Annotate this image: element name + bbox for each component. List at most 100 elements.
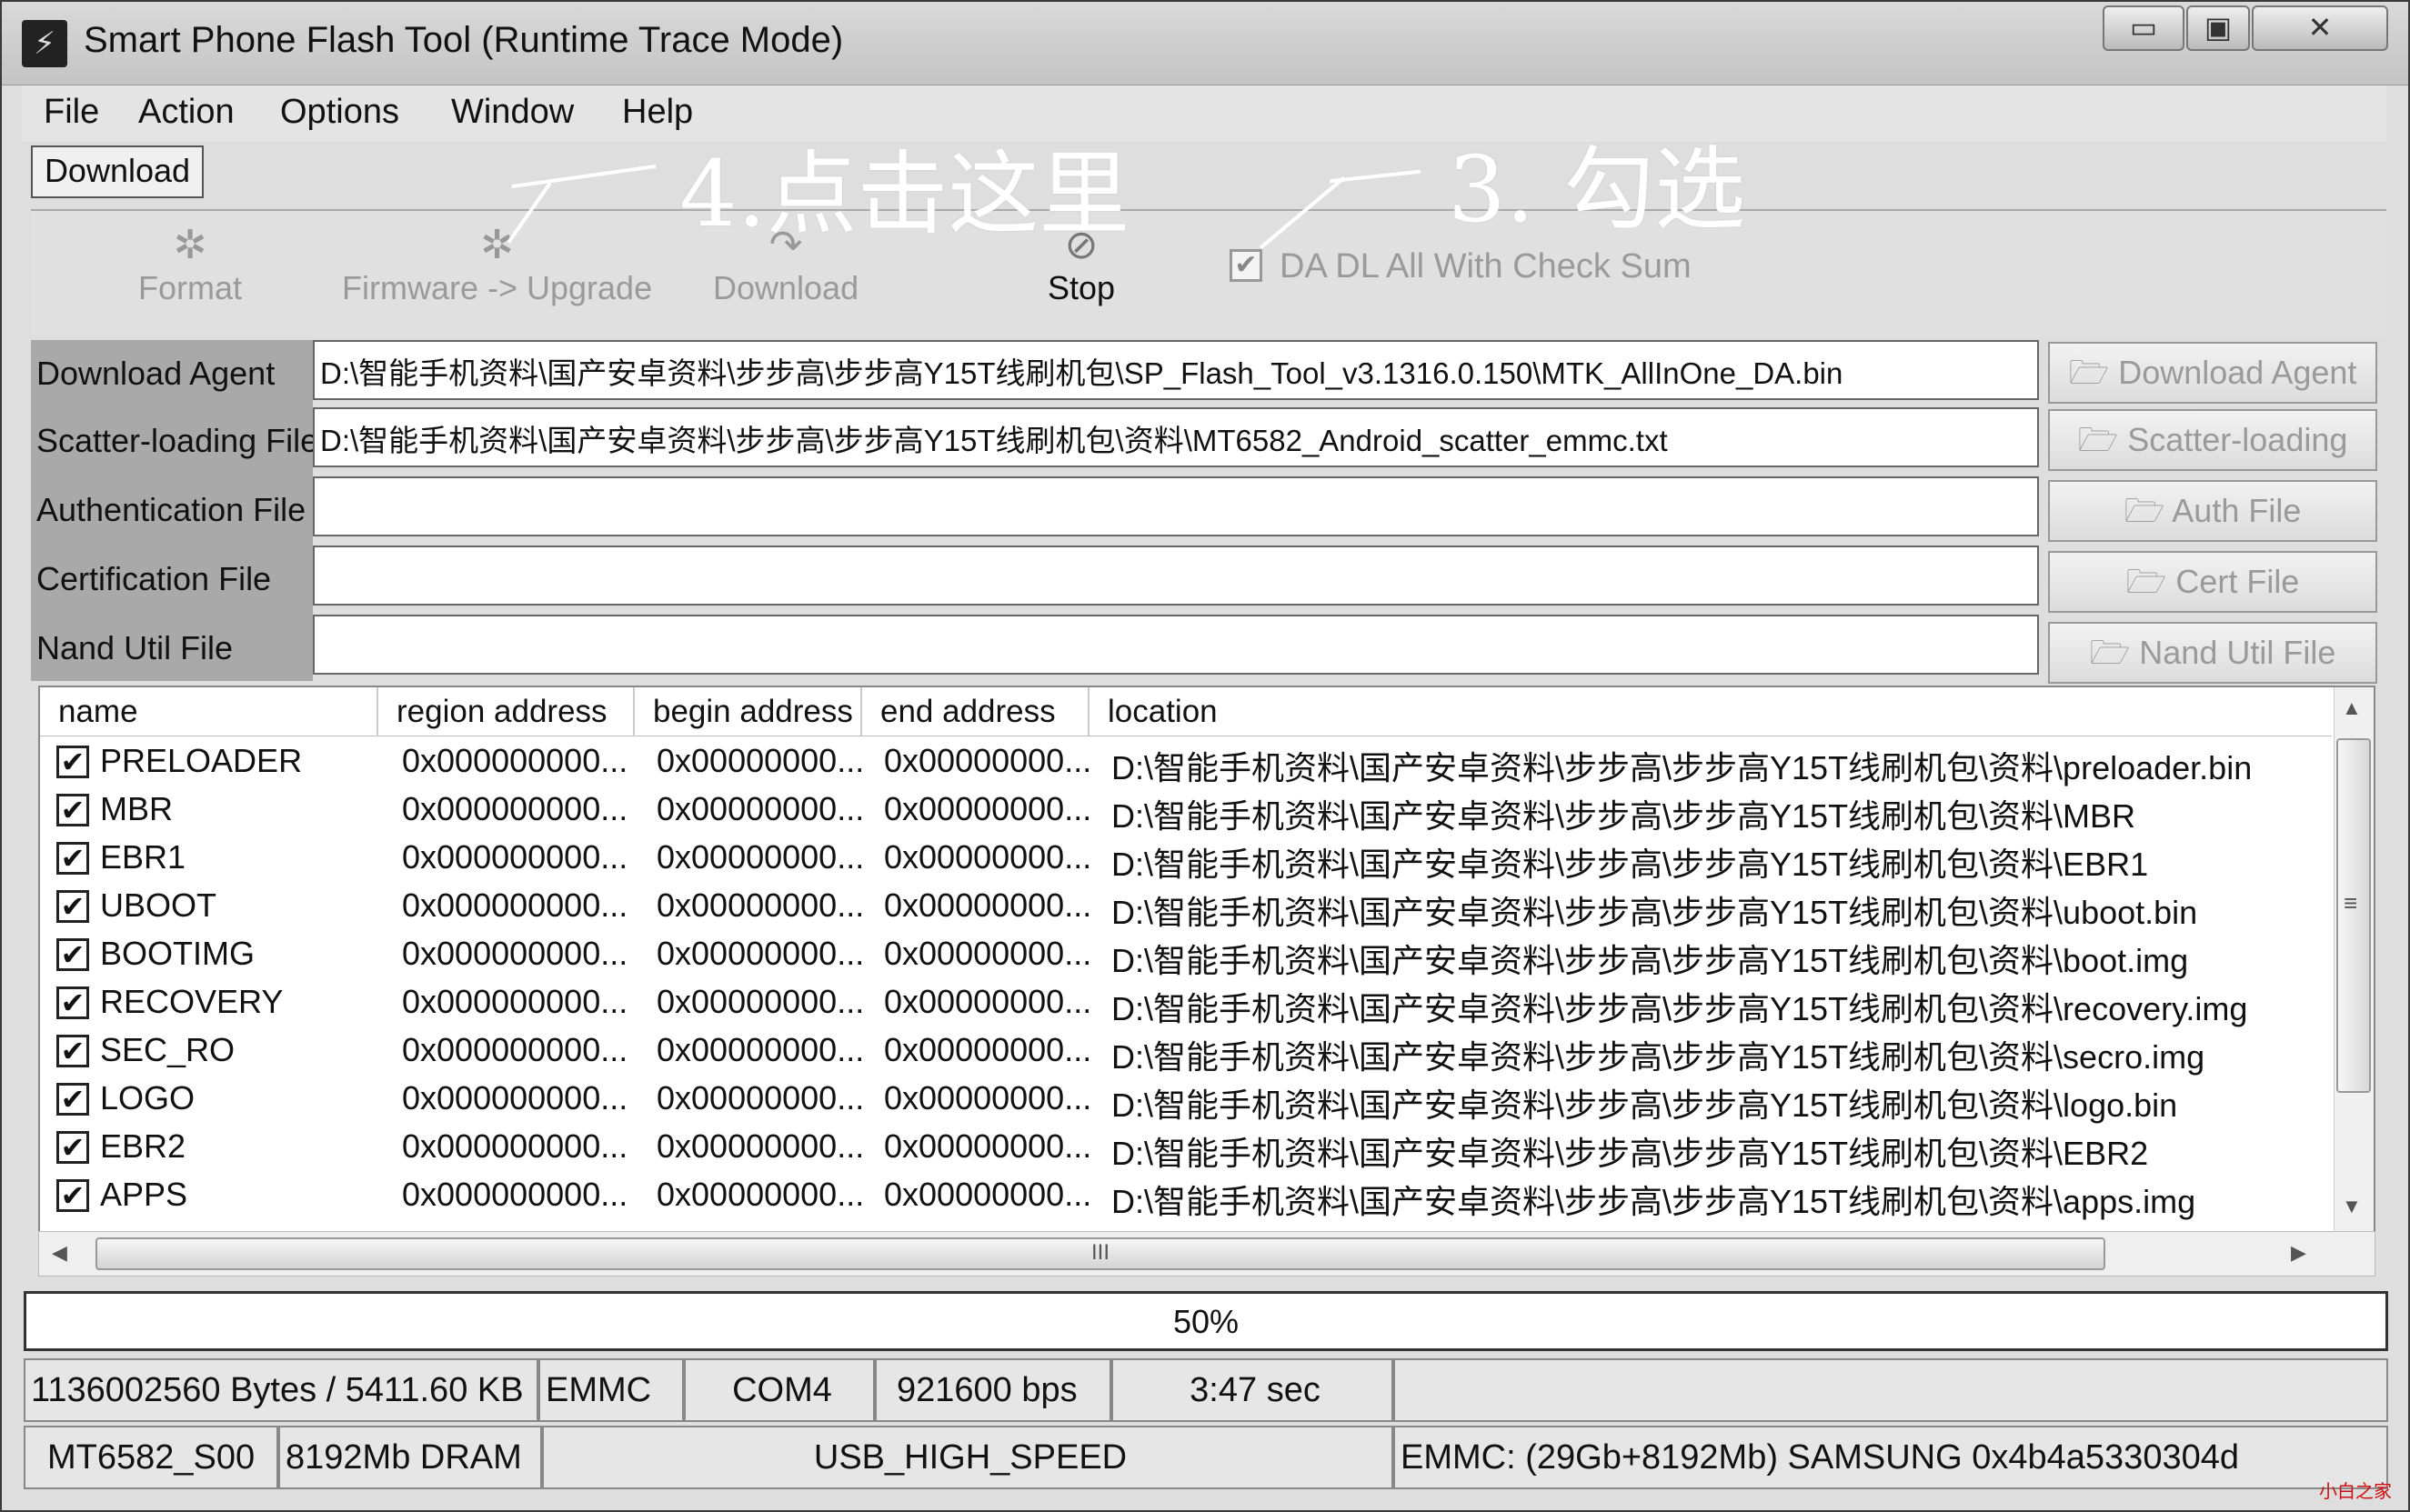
- table-row[interactable]: ✔ UBOOT 0x000000000... 0x00000000... 0x00000…: [40, 883, 2332, 931]
- cell-name: APPS: [100, 1176, 188, 1213]
- scroll-up-icon[interactable]: ▲: [2342, 696, 2362, 720]
- da-checksum-checkbox[interactable]: ✔: [1230, 249, 1262, 282]
- cell-name: LOGO: [100, 1079, 196, 1116]
- cell-begin-address: 0x00000000...: [657, 983, 865, 1020]
- scatter-loading-field[interactable]: D:\智能手机资料\国产安卓资料\步步高\步步高Y15T线刷机包\资料\MT65…: [313, 407, 2039, 467]
- cell-begin-address: 0x00000000...: [657, 1127, 865, 1165]
- status-baud: 921600 bps: [875, 1358, 1111, 1422]
- maximize-button[interactable]: ▣: [2186, 5, 2250, 51]
- table-row[interactable]: ✔ BOOTIMG 0x000000000... 0x00000000... 0x000…: [40, 931, 2332, 979]
- cell-region-address: 0x000000000...: [402, 983, 628, 1020]
- row-checkbox[interactable]: ✔: [56, 842, 89, 875]
- cell-region-address: 0x000000000...: [402, 1079, 628, 1116]
- table-row[interactable]: ✔ APPS 0x000000000... 0x00000000... 0x000000…: [40, 1172, 2332, 1220]
- auth-file-button[interactable]: 🗁 Auth File: [2048, 480, 2377, 542]
- cell-name: MBR: [100, 790, 173, 827]
- menu-bar: File Action Options Window Help: [22, 85, 2386, 142]
- download-agent-button-label: Download Agent: [2118, 354, 2357, 391]
- nand-util-file-button[interactable]: 🗁 Nand Util File: [2048, 622, 2377, 684]
- row-checkbox[interactable]: ✔: [56, 938, 89, 971]
- status-usb: USB_HIGH_SPEED: [542, 1426, 1393, 1489]
- row-checkbox[interactable]: ✔: [56, 890, 89, 923]
- row-checkbox[interactable]: ✔: [56, 1083, 89, 1116]
- row-checkbox[interactable]: ✔: [56, 986, 89, 1019]
- row-checkbox[interactable]: ✔: [56, 1179, 89, 1212]
- row-checkbox[interactable]: ✔: [56, 1131, 89, 1164]
- folder-icon: 🗁: [2089, 634, 2140, 671]
- cell-location: D:\智能手机资料\国产安卓资料\步步高\步步高Y15T线刷机包\资料\prel…: [1111, 749, 2253, 786]
- cell-end-address: 0x00000000...: [884, 790, 1092, 827]
- table-header: name region address begin address end ad…: [40, 687, 2332, 736]
- horizontal-scroll-thumb[interactable]: III: [95, 1237, 2105, 1270]
- firmware-upgrade-label: Firmware -> Upgrade: [342, 269, 653, 306]
- scatter-loading-button[interactable]: 🗁 Scatter-loading: [2048, 409, 2377, 471]
- download-agent-button[interactable]: 🗁 Download Agent: [2048, 342, 2377, 404]
- table-row[interactable]: ✔ SEC_RO 0x000000000... 0x00000000... 0x0000…: [40, 1027, 2332, 1076]
- status-chip: MT6582_S00: [24, 1426, 278, 1489]
- nand-util-file-field[interactable]: [313, 615, 2039, 675]
- upgrade-icon: ✲: [480, 223, 514, 267]
- cell-begin-address: 0x00000000...: [657, 742, 865, 779]
- menu-window[interactable]: Window: [451, 93, 574, 132]
- status-emmc: EMMC: (29Gb+8192Mb) SAMSUNG 0x4b4a533030…: [1393, 1426, 2388, 1489]
- authentication-file-label: Authentication File: [36, 491, 306, 528]
- download-label: Download: [713, 269, 859, 306]
- header-name[interactable]: name: [40, 687, 378, 736]
- menu-options[interactable]: Options: [280, 93, 399, 132]
- download-agent-field[interactable]: D:\智能手机资料\国产安卓资料\步步高\步步高Y15T线刷机包\SP_Flas…: [313, 340, 2039, 400]
- cell-location: D:\智能手机资料\国产安卓资料\步步高\步步高Y15T线刷机包\资料\EBR2: [1111, 1135, 2149, 1172]
- format-label: Format: [138, 269, 243, 306]
- scatter-loading-label: Scatter-loading File: [36, 422, 319, 459]
- cell-region-address: 0x000000000...: [402, 1127, 628, 1165]
- da-checksum-label: DA DL All With Check Sum: [1280, 247, 1692, 285]
- row-checkbox[interactable]: ✔: [56, 794, 89, 826]
- header-end-address[interactable]: end address: [862, 687, 1090, 736]
- horizontal-scrollbar[interactable]: ◀ III ▶: [38, 1231, 2375, 1277]
- cert-file-button-label: Cert File: [2175, 563, 2300, 600]
- close-button[interactable]: ✕: [2252, 5, 2388, 51]
- cell-name: BOOTIMG: [100, 935, 255, 972]
- header-begin-address[interactable]: begin address: [635, 687, 862, 736]
- format-button[interactable]: ✲ Format: [138, 222, 242, 307]
- status-time: 3:47 sec: [1111, 1358, 1393, 1422]
- status-bytes: 1136002560 Bytes / 5411.60 KB: [24, 1358, 538, 1422]
- annotation-step3: 3. 勾选: [1448, 136, 1746, 243]
- close-icon: ✕: [2307, 11, 2333, 44]
- row-checkbox[interactable]: ✔: [56, 1035, 89, 1067]
- minimize-button[interactable]: ▭: [2103, 5, 2184, 51]
- table-row[interactable]: ✔ EBR1 0x000000000... 0x00000000... 0x000000…: [40, 835, 2332, 883]
- table-row[interactable]: ✔ LOGO 0x000000000... 0x00000000... 0x000000…: [40, 1076, 2332, 1124]
- vertical-scrollbar[interactable]: ▲ ≡ ▼: [2334, 687, 2374, 1233]
- menu-file[interactable]: File: [44, 93, 99, 132]
- cell-end-address: 0x00000000...: [884, 1127, 1092, 1165]
- cell-location: D:\智能手机资料\国产安卓资料\步步高\步步高Y15T线刷机包\资料\uboo…: [1111, 894, 2198, 931]
- cell-end-address: 0x00000000...: [884, 1176, 1092, 1213]
- table-row[interactable]: ✔ RECOVERY 0x000000000... 0x00000000... 0x00…: [40, 979, 2332, 1027]
- tab-download[interactable]: Download: [31, 145, 204, 198]
- cell-begin-address: 0x00000000...: [657, 1079, 865, 1116]
- menu-action[interactable]: Action: [138, 93, 235, 132]
- row-checkbox[interactable]: ✔: [56, 746, 89, 778]
- table-row[interactable]: ✔ MBR 0x000000000... 0x00000000... 0x0000000…: [40, 786, 2332, 835]
- progress-bar: 50%: [24, 1291, 2388, 1351]
- header-location[interactable]: location: [1090, 687, 2332, 736]
- table-row[interactable]: ✔ EBR2 0x000000000... 0x00000000... 0x000000…: [40, 1124, 2332, 1172]
- cell-location: D:\智能手机资料\国产安卓资料\步步高\步步高Y15T线刷机包\资料\logo…: [1111, 1086, 2178, 1124]
- cell-location: D:\智能手机资料\国产安卓资料\步步高\步步高Y15T线刷机包\资料\EBR1: [1111, 846, 2149, 883]
- firmware-upgrade-button[interactable]: ✲ Firmware -> Upgrade: [342, 222, 652, 307]
- header-region-address[interactable]: region address: [378, 687, 635, 736]
- table-row[interactable]: ✔ PRELOADER 0x000000000... 0x00000000... 0x0…: [40, 738, 2332, 786]
- table-body: ✔ PRELOADER 0x000000000... 0x00000000... 0x0…: [40, 738, 2332, 1229]
- cell-region-address: 0x000000000...: [402, 790, 628, 827]
- authentication-file-field[interactable]: [313, 476, 2039, 536]
- scatter-loading-button-label: Scatter-loading: [2127, 421, 2348, 458]
- watermark: 小白之家: [2319, 1482, 2392, 1502]
- cert-file-button[interactable]: 🗁 Cert File: [2048, 551, 2377, 613]
- scroll-right-icon[interactable]: ▶: [2291, 1241, 2306, 1265]
- scroll-left-icon[interactable]: ◀: [52, 1241, 67, 1265]
- scroll-down-icon[interactable]: ▼: [2342, 1195, 2362, 1218]
- cell-begin-address: 0x00000000...: [657, 1176, 865, 1213]
- cell-region-address: 0x000000000...: [402, 742, 628, 779]
- status-extra: [1393, 1358, 2388, 1422]
- certification-file-field[interactable]: [313, 546, 2039, 606]
